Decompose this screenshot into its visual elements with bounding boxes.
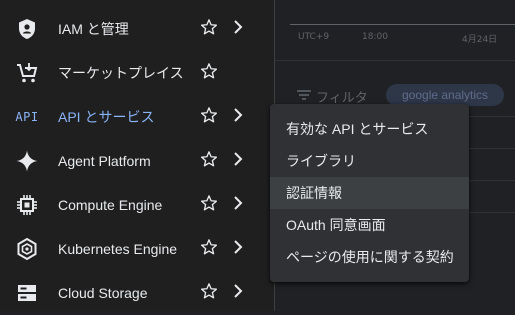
- divider: [275, 60, 515, 61]
- star-icon[interactable]: [200, 194, 218, 212]
- chart-strip: UTC+9 18:00 4月24日: [290, 0, 515, 50]
- sidebar-item-api-services[interactable]: API API とサービス: [0, 95, 274, 139]
- shield-icon: [15, 17, 39, 41]
- sidebar-item-marketplace[interactable]: マーケットプレイス: [0, 51, 274, 95]
- chart-axis: [290, 24, 515, 25]
- sidebar-item-label: Cloud Storage: [58, 285, 148, 301]
- sidebar-item-cloud-storage[interactable]: Cloud Storage: [0, 271, 274, 315]
- sidebar-item-label: API とサービス: [58, 109, 155, 125]
- filter-chip[interactable]: google analytics: [386, 84, 505, 106]
- chevron-right-icon[interactable]: [232, 151, 244, 167]
- sidebar-item-agent-platform[interactable]: Agent Platform: [0, 139, 274, 183]
- chevron-right-icon[interactable]: [232, 283, 244, 299]
- submenu-item-page-usage-agreements[interactable]: ページの使用に関する契約: [270, 241, 469, 273]
- sparkle-icon: [15, 149, 39, 173]
- submenu-item-library[interactable]: ライブラリ: [270, 145, 469, 177]
- sidebar-item-compute-engine[interactable]: Compute Engine: [0, 183, 274, 227]
- chart-tick: 18:00: [362, 32, 388, 42]
- sidebar-item-iam[interactable]: IAM と管理: [0, 7, 274, 51]
- kubernetes-icon: [15, 237, 39, 261]
- star-icon[interactable]: [200, 106, 218, 124]
- star-icon[interactable]: [200, 18, 218, 36]
- chip-icon: [15, 193, 39, 217]
- sidebar-item-label: Kubernetes Engine: [58, 241, 178, 257]
- sidebar-item-label: Agent Platform: [58, 153, 151, 169]
- submenu-item-credentials[interactable]: 認証情報: [270, 177, 469, 209]
- chart-tick: 4月24日: [462, 35, 498, 45]
- chart-tick: UTC+9: [298, 32, 330, 42]
- sidebar-item-label: IAM と管理: [58, 21, 129, 37]
- chevron-right-icon[interactable]: [232, 195, 244, 211]
- cart-icon: [15, 61, 39, 85]
- chevron-right-icon[interactable]: [232, 19, 244, 35]
- filter-icon[interactable]: [296, 88, 312, 102]
- sidebar-item-label: マーケットプレイス: [58, 65, 184, 81]
- submenu-item-enabled-apis[interactable]: 有効な API とサービス: [270, 113, 469, 145]
- star-icon[interactable]: [200, 238, 218, 256]
- sidebar: IAM と管理 マーケットプレイス API API とサービス Agent Pl…: [0, 0, 275, 311]
- submenu-item-oauth-consent[interactable]: OAuth 同意画面: [270, 209, 469, 241]
- api-icon: API: [15, 105, 39, 129]
- chevron-right-icon[interactable]: [232, 239, 244, 255]
- sidebar-item-label: Compute Engine: [58, 197, 163, 213]
- api-services-submenu: 有効な API とサービス ライブラリ 認証情報 OAuth 同意画面 ページの…: [270, 104, 469, 282]
- star-icon[interactable]: [200, 62, 218, 80]
- sidebar-item-kubernetes-engine[interactable]: Kubernetes Engine: [0, 227, 274, 271]
- chevron-right-icon[interactable]: [232, 107, 244, 123]
- storage-icon: [15, 281, 39, 305]
- star-icon[interactable]: [200, 150, 218, 168]
- star-icon[interactable]: [200, 282, 218, 300]
- api-icon-text: API: [15, 110, 39, 124]
